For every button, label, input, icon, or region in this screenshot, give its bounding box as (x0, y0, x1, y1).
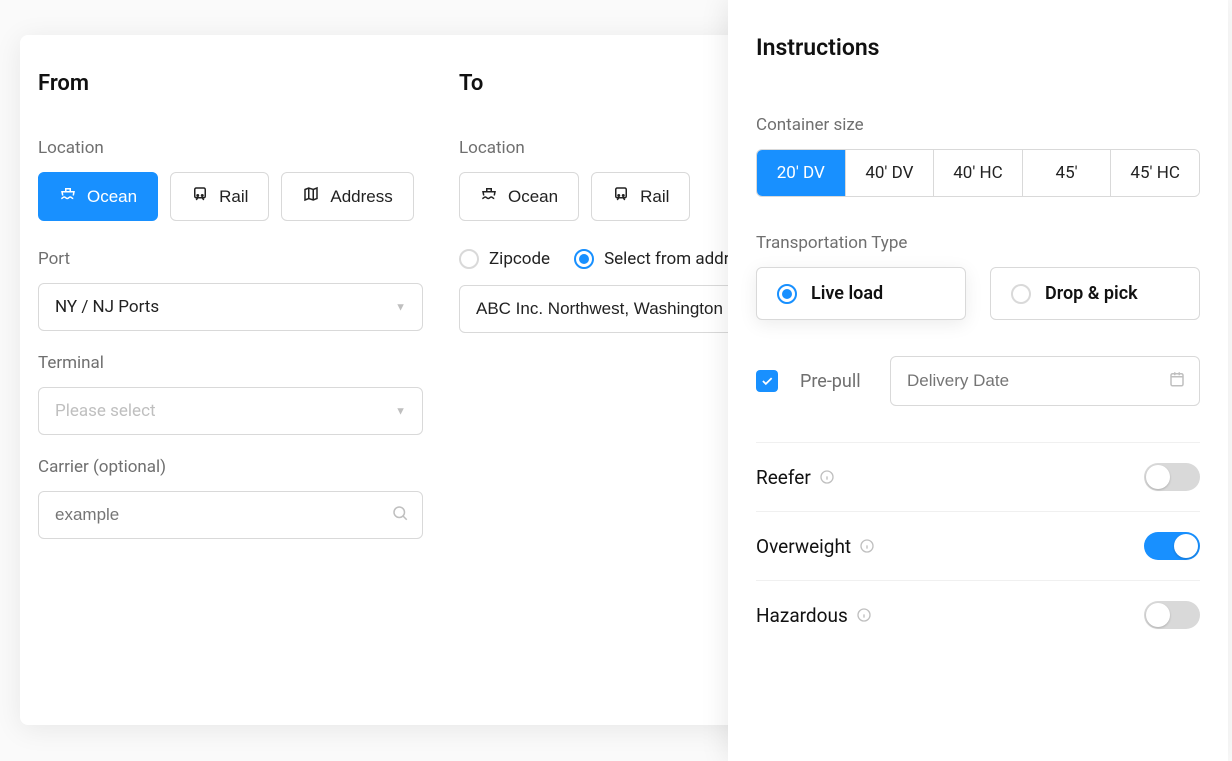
from-location-group: Ocean Rail Address (38, 172, 423, 221)
ship-icon (480, 185, 498, 208)
instructions-panel: Instructions Container size 20' DV 40' D… (728, 0, 1228, 761)
transport-live-load-option[interactable]: Live load (756, 267, 966, 320)
carrier-input[interactable] (38, 491, 423, 539)
delivery-date-input[interactable] (890, 356, 1200, 406)
terminal-label: Terminal (38, 353, 423, 373)
port-select[interactable]: NY / NJ Ports ▼ (38, 283, 423, 331)
transport-type-group: Live load Drop & pick (756, 267, 1200, 320)
container-size-45[interactable]: 45' (1023, 150, 1112, 196)
terminal-select[interactable]: Please select ▼ (38, 387, 423, 435)
radio-icon (574, 249, 594, 269)
chevron-down-icon: ▼ (395, 405, 406, 418)
zipcode-radio[interactable]: Zipcode (459, 249, 550, 269)
prepull-label: Pre-pull (800, 371, 861, 392)
carrier-label: Carrier (optional) (38, 457, 423, 477)
container-size-45hc[interactable]: 45' HC (1111, 150, 1199, 196)
container-size-40hc[interactable]: 40' HC (934, 150, 1023, 196)
container-size-40dv[interactable]: 40' DV (846, 150, 935, 196)
radio-icon (777, 284, 797, 304)
reefer-toggle[interactable] (1144, 463, 1200, 491)
hazardous-toggle[interactable] (1144, 601, 1200, 629)
reefer-label: Reefer (756, 466, 811, 489)
prepull-row: Pre-pull (756, 356, 1200, 406)
from-location-rail-button[interactable]: Rail (170, 172, 269, 221)
radio-icon (459, 249, 479, 269)
instructions-title: Instructions (756, 34, 1200, 61)
info-icon[interactable] (859, 538, 875, 554)
search-icon (391, 504, 409, 526)
info-icon[interactable] (856, 607, 872, 623)
ship-icon (59, 185, 77, 208)
radio-icon (1011, 284, 1031, 304)
overweight-row: Overweight (756, 511, 1200, 580)
to-location-ocean-button[interactable]: Ocean (459, 172, 579, 221)
from-column: From Location Ocean Rail (20, 71, 441, 539)
from-title: From (38, 71, 423, 96)
transport-drop-pick-option[interactable]: Drop & pick (990, 267, 1200, 320)
container-size-20dv[interactable]: 20' DV (757, 150, 846, 196)
from-location-address-button[interactable]: Address (281, 172, 413, 221)
container-size-label: Container size (756, 115, 1200, 135)
reefer-row: Reefer (756, 442, 1200, 511)
check-icon (760, 374, 774, 388)
overweight-label: Overweight (756, 535, 851, 558)
calendar-icon (1168, 370, 1186, 392)
transport-type-label: Transportation Type (756, 233, 1200, 253)
from-location-ocean-button[interactable]: Ocean (38, 172, 158, 221)
overweight-toggle[interactable] (1144, 532, 1200, 560)
hazardous-row: Hazardous (756, 580, 1200, 649)
hazardous-label: Hazardous (756, 604, 848, 627)
prepull-checkbox[interactable] (756, 370, 778, 392)
chevron-down-icon: ▼ (395, 301, 406, 314)
from-location-label: Location (38, 138, 423, 158)
info-icon[interactable] (819, 469, 835, 485)
train-icon (191, 185, 209, 208)
to-location-rail-button[interactable]: Rail (591, 172, 690, 221)
container-size-group: 20' DV 40' DV 40' HC 45' 45' HC (756, 149, 1200, 197)
map-icon (302, 185, 320, 208)
port-label: Port (38, 249, 423, 269)
train-icon (612, 185, 630, 208)
